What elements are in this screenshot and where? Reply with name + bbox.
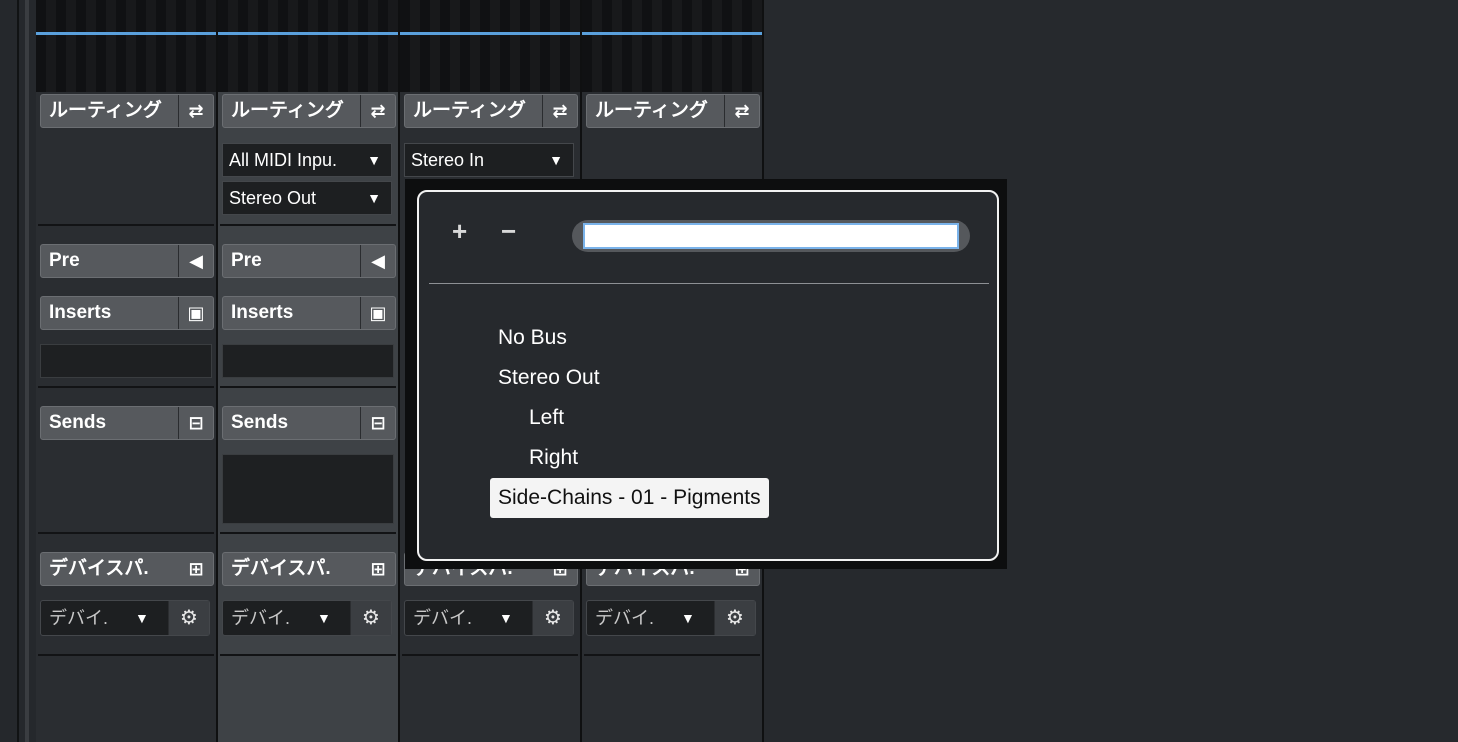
sends-section-header[interactable]: Sends ⊟	[222, 406, 396, 440]
routing-icon[interactable]: ⇄	[542, 95, 577, 127]
chevron-down-icon: ▼	[317, 610, 331, 626]
mixer-channel-strip-1: ルーティング ⇄ Pre ◀ Inserts ▣ Sends ⊟ デバイスパ. …	[36, 0, 218, 742]
pre-toggle-icon[interactable]: ◀	[178, 245, 213, 277]
routing-header[interactable]: ルーティング ⇄	[404, 94, 578, 128]
device-select[interactable]: デバイ. ▼ ⚙	[40, 600, 210, 636]
add-bus-button[interactable]: +	[452, 216, 467, 247]
inserts-icon[interactable]: ▣	[360, 297, 395, 329]
insert-slot[interactable]	[222, 344, 394, 378]
level-meter	[218, 0, 398, 92]
gear-icon[interactable]: ⚙	[168, 601, 209, 635]
inserts-section-header[interactable]: Inserts ▣	[222, 296, 396, 330]
routing-icon[interactable]: ⇄	[178, 95, 213, 127]
bus-search-input[interactable]	[583, 223, 959, 249]
chevron-down-icon: ▼	[367, 190, 381, 206]
pre-section-header[interactable]: Pre ◀	[222, 244, 396, 278]
device-select[interactable]: デバイ. ▼ ⚙	[586, 600, 756, 636]
bus-item-side-chain[interactable]: Side-Chains - 01 - Pigments	[490, 478, 769, 518]
chevron-down-icon: ▼	[681, 610, 695, 626]
bus-item-left[interactable]: Left	[521, 398, 572, 438]
sends-icon[interactable]: ⊟	[360, 407, 395, 439]
insert-slot[interactable]	[40, 344, 212, 378]
gear-icon[interactable]: ⚙	[532, 601, 573, 635]
gear-icon[interactable]: ⚙	[350, 601, 391, 635]
bus-selector-popup: + − No Bus Stereo Out Left Right Side-Ch…	[417, 190, 999, 561]
sends-icon[interactable]: ⊟	[178, 407, 213, 439]
level-meter	[36, 0, 216, 92]
routing-icon[interactable]: ⇄	[360, 95, 395, 127]
routing-header[interactable]: ルーティング ⇄	[40, 94, 214, 128]
pre-toggle-icon[interactable]: ◀	[360, 245, 395, 277]
search-field-frame	[572, 220, 970, 252]
chevron-down-icon: ▼	[135, 610, 149, 626]
pre-section-header[interactable]: Pre ◀	[40, 244, 214, 278]
inserts-icon[interactable]: ▣	[178, 297, 213, 329]
device-select[interactable]: デバイ. ▼ ⚙	[222, 600, 392, 636]
routing-icon[interactable]: ⇄	[724, 95, 759, 127]
level-meter	[400, 0, 580, 92]
routing-header[interactable]: ルーティング ⇄	[586, 94, 760, 128]
keyboard-icon[interactable]: ⊞	[179, 553, 213, 585]
sends-slot[interactable]	[222, 454, 394, 524]
inserts-section-header[interactable]: Inserts ▣	[40, 296, 214, 330]
mixer-channel-strip-2: ルーティング ⇄ All MIDI Inpu. ▼ Stereo Out ▼ Pre…	[218, 0, 400, 742]
midi-input-select[interactable]: All MIDI Inpu. ▼	[222, 143, 392, 177]
level-meter	[582, 0, 762, 92]
keyboard-icon[interactable]: ⊞	[361, 553, 395, 585]
gear-icon[interactable]: ⚙	[714, 601, 755, 635]
chevron-down-icon: ▼	[367, 152, 381, 168]
routing-label: ルーティング	[49, 100, 162, 121]
left-panel-edge	[0, 0, 36, 742]
device-panel-header[interactable]: デバイスパ. ⊞	[222, 552, 396, 586]
device-panel-header[interactable]: デバイスパ. ⊞	[40, 552, 214, 586]
chevron-down-icon: ▼	[499, 610, 513, 626]
remove-bus-button[interactable]: −	[501, 216, 516, 247]
bus-item-no-bus[interactable]: No Bus	[490, 318, 575, 358]
bus-item-right[interactable]: Right	[521, 438, 586, 478]
device-select[interactable]: デバイ. ▼ ⚙	[404, 600, 574, 636]
popup-divider	[429, 283, 989, 284]
routing-header[interactable]: ルーティング ⇄	[222, 94, 396, 128]
chevron-down-icon: ▼	[549, 152, 563, 168]
bus-item-stereo-out[interactable]: Stereo Out	[490, 358, 608, 398]
audio-input-select[interactable]: Stereo In ▼	[404, 143, 574, 177]
output-select[interactable]: Stereo Out ▼	[222, 181, 392, 215]
sends-section-header[interactable]: Sends ⊟	[40, 406, 214, 440]
